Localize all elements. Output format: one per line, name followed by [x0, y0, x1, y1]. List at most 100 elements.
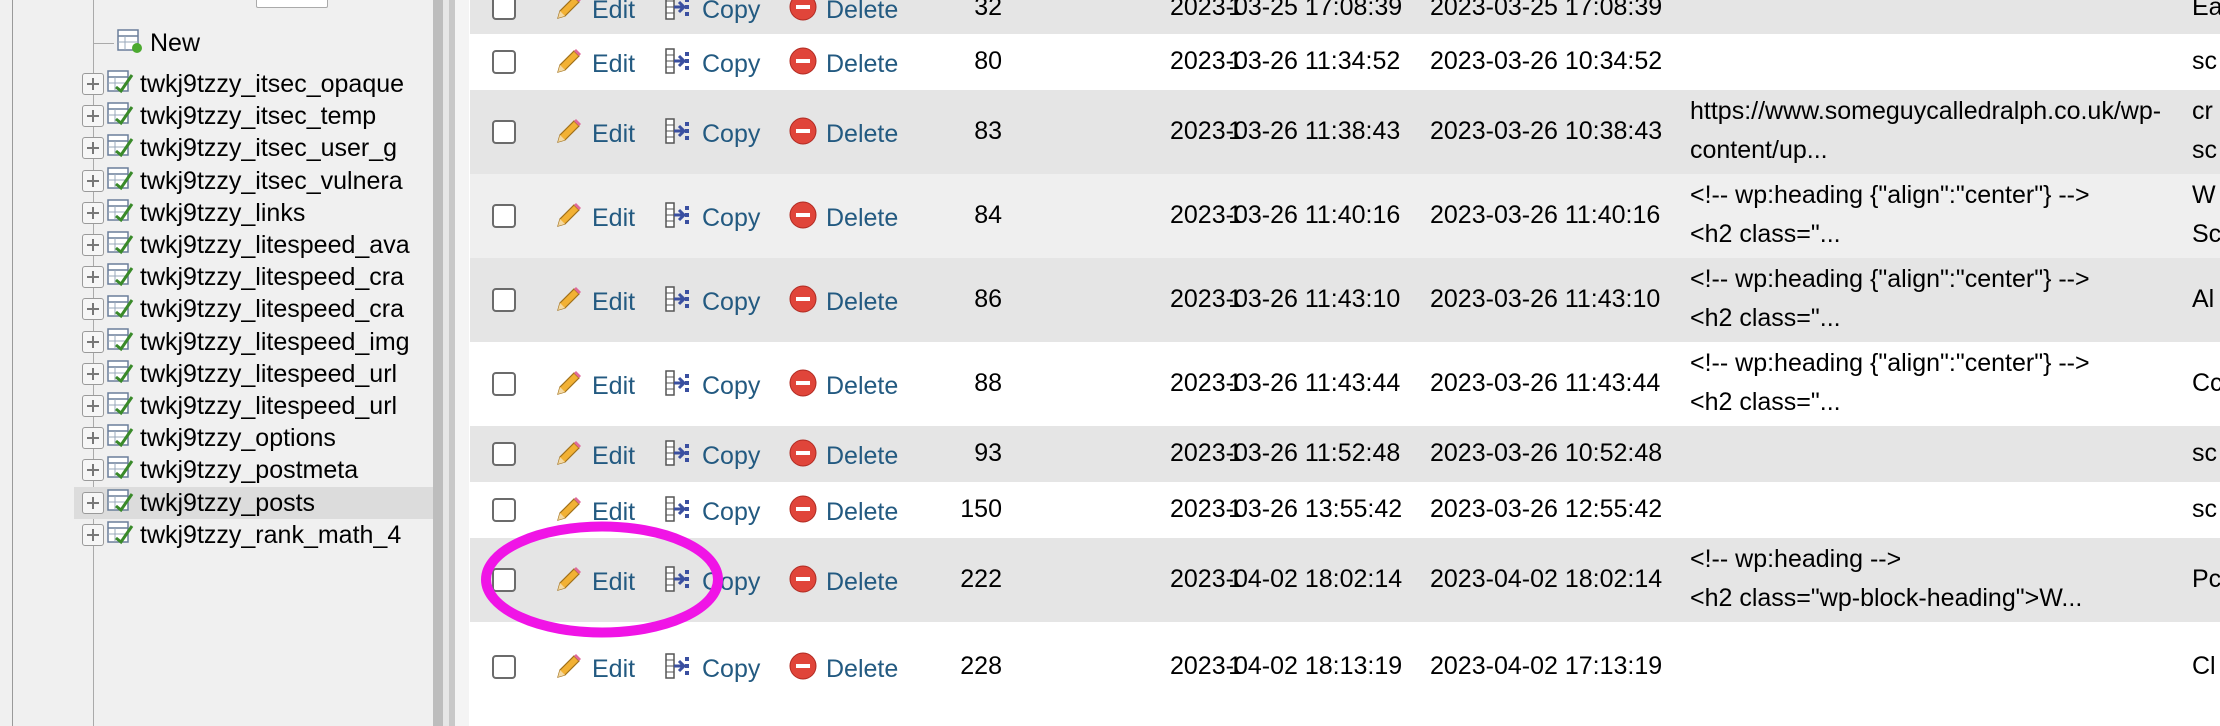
row-checkbox[interactable] [492, 568, 516, 592]
copy-label: Copy [702, 204, 761, 232]
edit-button[interactable]: Edit [554, 438, 635, 475]
copy-button[interactable]: Copy [664, 284, 760, 321]
expand-plus-icon[interactable] [82, 170, 104, 192]
nav-item-table[interactable]: twkj9tzzy_postmeta [74, 454, 433, 486]
cell-id: 228 [960, 652, 1002, 680]
nav-item-table[interactable]: twkj9tzzy_litespeed_url [74, 390, 433, 422]
expand-plus-icon[interactable] [82, 331, 104, 353]
edit-button[interactable]: Edit [554, 284, 635, 321]
delete-icon [788, 46, 826, 83]
row-checkbox[interactable] [492, 372, 516, 396]
title-line: cr [2192, 97, 2213, 125]
nav-item-table[interactable]: twkj9tzzy_options [74, 422, 433, 454]
filter-input[interactable] [256, 0, 328, 8]
table-icon [104, 228, 140, 263]
expand-plus-icon[interactable] [82, 105, 104, 127]
nav-item-table[interactable]: twkj9tzzy_litespeed_cra [74, 293, 433, 325]
edit-button[interactable]: Edit [554, 564, 635, 601]
expand-plus-icon[interactable] [82, 459, 104, 481]
delete-button[interactable]: Delete [788, 368, 898, 405]
table-icon [104, 325, 140, 360]
expand-plus-icon[interactable] [82, 427, 104, 449]
delete-button[interactable]: Delete [788, 438, 898, 475]
copy-button[interactable]: Copy [664, 116, 760, 153]
edit-button[interactable]: Edit [554, 200, 635, 237]
copy-button[interactable]: Copy [664, 494, 760, 531]
row-checkbox[interactable] [492, 442, 516, 466]
table-icon [104, 164, 140, 199]
row-checkbox[interactable] [492, 0, 516, 20]
expand-plus-icon[interactable] [82, 395, 104, 417]
delete-label: Delete [826, 288, 899, 316]
nav-item-table[interactable]: twkj9tzzy_litespeed_ava [74, 229, 433, 261]
delete-label: Delete [826, 120, 899, 148]
delete-button[interactable]: Delete [788, 651, 898, 688]
table-icon [104, 260, 140, 295]
nav-item-table[interactable]: twkj9tzzy_litespeed_url [74, 358, 433, 390]
copy-button[interactable]: Copy [664, 368, 760, 405]
delete-button[interactable]: Delete [788, 116, 898, 153]
row-checkbox[interactable] [492, 655, 516, 679]
nav-item-table[interactable]: twkj9tzzy_rank_math_4 [74, 519, 433, 551]
cell-post-date: 2023-03-26 11:43:10 [1170, 285, 1401, 313]
row-checkbox[interactable] [492, 50, 516, 74]
nav-item-table[interactable]: twkj9tzzy_itsec_user_g [74, 132, 433, 164]
cell-post-date-gmt: 2023-03-26 10:52:48 [1430, 439, 1663, 467]
copy-button[interactable]: Copy [664, 564, 760, 601]
copy-button[interactable]: Copy [664, 438, 760, 475]
row-checkbox[interactable] [492, 288, 516, 312]
copy-row-icon [664, 438, 702, 475]
nav-item-table[interactable]: twkj9tzzy_litespeed_cra [74, 261, 433, 293]
cell-post-date: 2023-03-26 11:40:16 [1170, 201, 1401, 229]
edit-button[interactable]: Edit [554, 368, 635, 405]
copy-button[interactable]: Copy [664, 200, 760, 237]
delete-button[interactable]: Delete [788, 200, 898, 237]
delete-button[interactable]: Delete [788, 284, 898, 321]
nav-item-label: twkj9tzzy_itsec_vulnera [140, 166, 403, 195]
expand-plus-icon[interactable] [82, 234, 104, 256]
copy-row-icon [664, 564, 702, 601]
copy-label: Copy [702, 568, 761, 596]
nav-item-table[interactable]: twkj9tzzy_itsec_temp [74, 100, 433, 132]
delete-button[interactable]: Delete [788, 564, 898, 601]
table-icon [104, 357, 140, 392]
copy-button[interactable]: Copy [664, 651, 760, 688]
expand-plus-icon[interactable] [82, 363, 104, 385]
content-line: <!-- wp:heading {"align":"center"} --> [1690, 349, 2090, 377]
delete-button[interactable]: Delete [788, 46, 898, 83]
nav-item-table[interactable]: twkj9tzzy_links [74, 197, 433, 229]
delete-button[interactable]: Delete [788, 0, 898, 29]
copy-label: Copy [702, 288, 761, 316]
expand-plus-icon[interactable] [82, 137, 104, 159]
delete-icon [788, 438, 826, 475]
row-checkbox[interactable] [492, 204, 516, 228]
nav-item-new[interactable]: New [94, 23, 433, 63]
pencil-icon [554, 494, 592, 531]
nav-item-label: twkj9tzzy_litespeed_ava [140, 230, 410, 259]
row-checkbox[interactable] [492, 120, 516, 144]
nav-item-table[interactable]: twkj9tzzy_itsec_opaque [74, 68, 433, 100]
panel-splitter[interactable] [433, 0, 443, 726]
edit-label: Edit [592, 204, 636, 232]
expand-plus-icon[interactable] [82, 492, 104, 514]
edit-button[interactable]: Edit [554, 0, 635, 29]
edit-button[interactable]: Edit [554, 116, 635, 153]
edit-button[interactable]: Edit [554, 651, 635, 688]
expand-plus-icon[interactable] [82, 524, 104, 546]
edit-button[interactable]: Edit [554, 494, 635, 531]
copy-button[interactable]: Copy [664, 0, 760, 29]
nav-item-table[interactable]: twkj9tzzy_litespeed_img [74, 326, 433, 358]
delete-button[interactable]: Delete [788, 494, 898, 531]
expand-plus-icon[interactable] [82, 73, 104, 95]
copy-row-icon [664, 0, 702, 29]
nav-item-table[interactable]: twkj9tzzy_itsec_vulnera [74, 165, 433, 197]
cell-id: 83 [974, 117, 1002, 145]
cell-id: 150 [960, 495, 1002, 523]
row-checkbox[interactable] [492, 498, 516, 522]
expand-plus-icon[interactable] [82, 266, 104, 288]
edit-button[interactable]: Edit [554, 46, 635, 83]
copy-button[interactable]: Copy [664, 46, 760, 83]
nav-item-table[interactable]: twkj9tzzy_posts [74, 487, 433, 519]
expand-plus-icon[interactable] [82, 202, 104, 224]
expand-plus-icon[interactable] [82, 298, 104, 320]
